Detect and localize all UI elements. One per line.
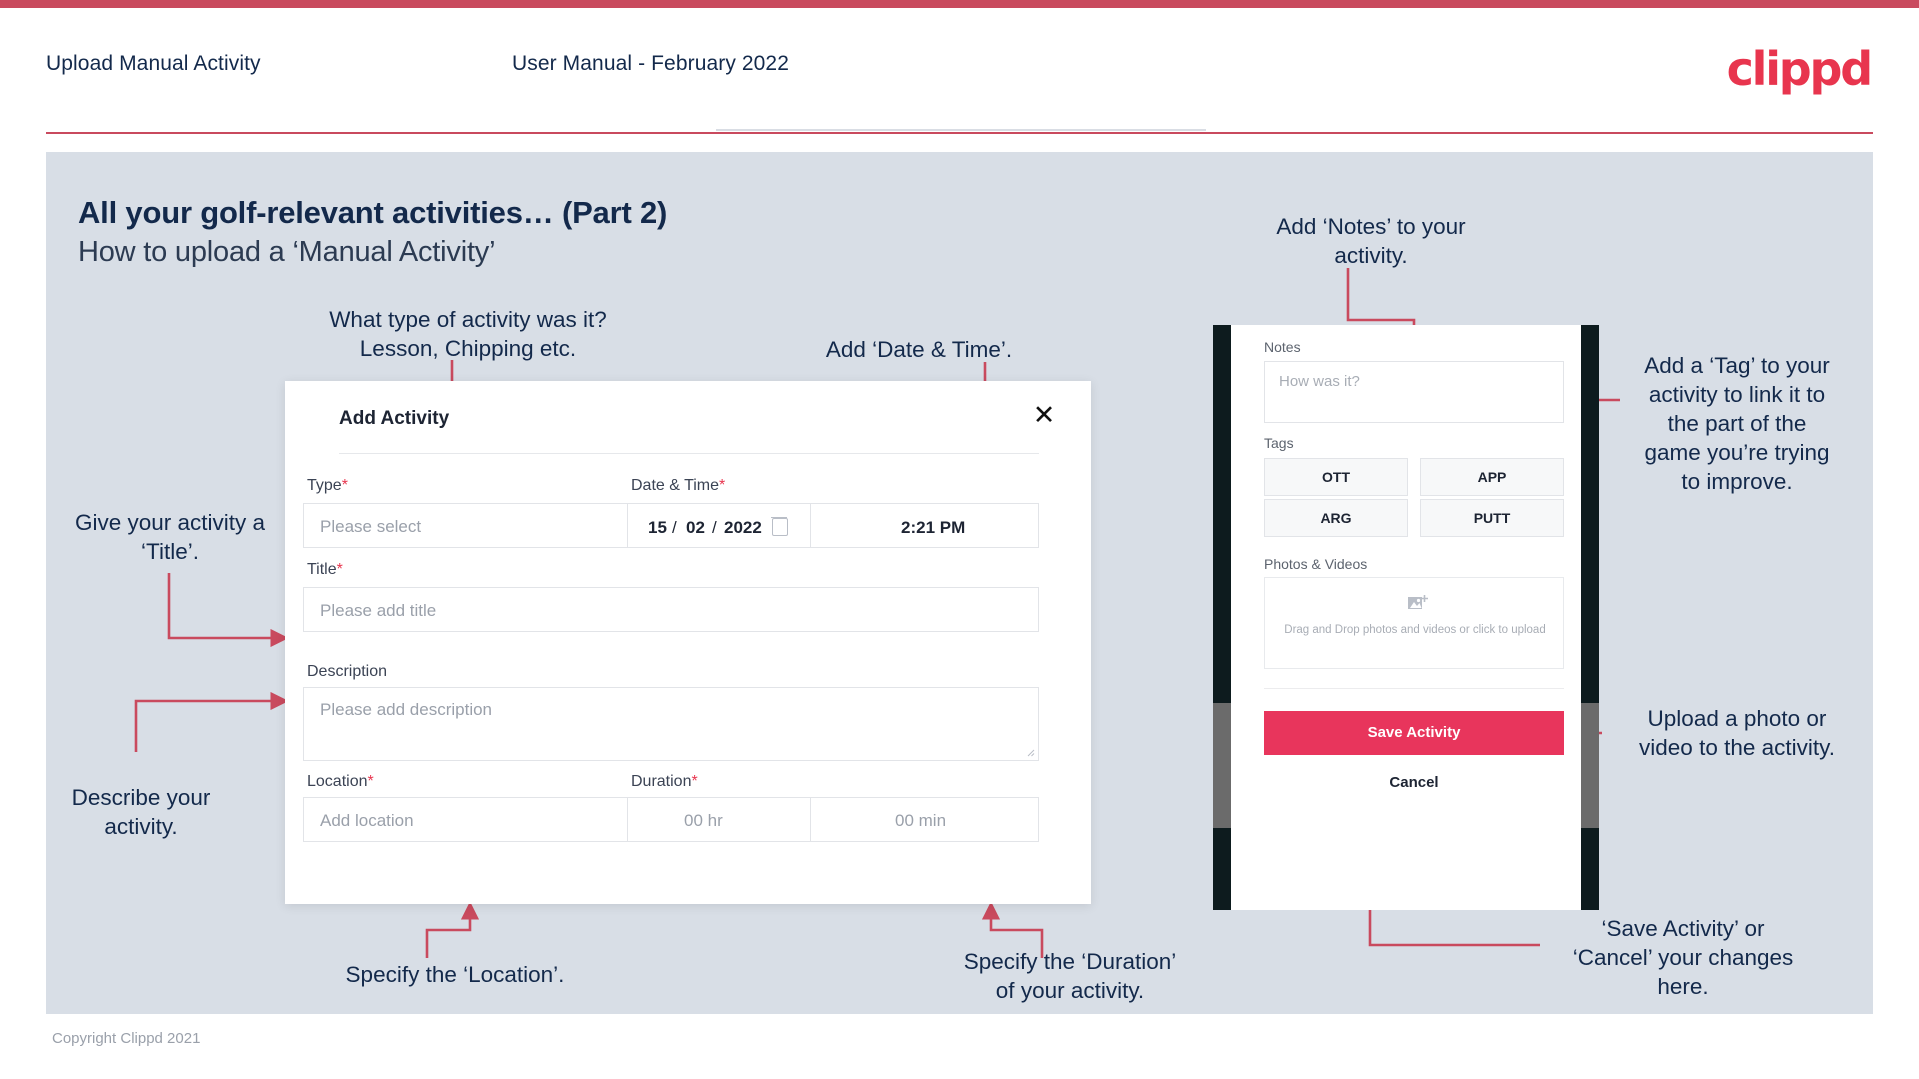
annotation-description: Describe your activity. [71,785,211,839]
title-label: Title* [307,561,343,579]
annotation-type: What type of activity was it? Lesson, Chi… [329,307,607,361]
annotation-save: ‘Save Activity’ or ‘Cancel’ your changes h… [1572,916,1794,999]
datetime-label-text: Date & Time [631,477,720,494]
dialog-divider [339,453,1039,454]
location-placeholder: Add location [320,811,414,830]
photo-drop-zone[interactable]: Drag and Drop photos and videos or click… [1264,577,1564,669]
duration-hours-input[interactable]: 00 hr [627,797,811,842]
required-asterisk: * [719,477,726,494]
time-value: 2:21 PM [901,518,966,537]
date-year: 2022 [724,518,762,537]
phone-side-button-left [1213,703,1231,828]
phone-mockup: Notes How was it? Tags OTT APP ARG PUTT … [1213,325,1599,910]
tag-button-app[interactable]: APP [1420,458,1564,496]
page-header: Upload Manual Activity User Manual - Feb… [0,8,1919,134]
page-subtitle: User Manual - February 2022 [512,52,789,75]
date-input[interactable]: 15 / 02 / 2022 [627,503,811,548]
duration-hours-placeholder: 00 hr [684,811,723,830]
dialog-title: Add Activity [339,408,450,429]
annotation-title: Give your activity a ‘Title’. [74,510,266,564]
time-input[interactable]: 2:21 PM [811,503,1039,548]
location-input[interactable]: Add location [303,797,675,842]
type-label: Type* [307,477,348,495]
header-divider-light [716,129,1206,131]
description-label: Description [307,663,388,680]
title-input[interactable]: Please add title [303,587,1039,632]
resize-grip-icon[interactable] [1025,747,1035,757]
date-sep-2: / [712,518,717,537]
add-activity-dialog: Add Activity ✕ Type* Please select Date … [285,381,1091,904]
drop-zone-text: Drag and Drop photos and videos or click… [1284,624,1546,636]
footer-copyright: Copyright Clippd 2021 [52,1030,201,1047]
duration-label-text: Duration [631,773,692,790]
phone-divider [1264,688,1564,689]
header-divider [46,132,1873,134]
close-icon[interactable]: ✕ [1027,399,1061,433]
date-day: 15 [648,518,667,537]
required-asterisk: * [691,773,698,790]
slide-subtitle: How to upload a ‘Manual Activity’ [78,236,496,268]
cancel-button[interactable]: Cancel [1264,774,1564,798]
type-placeholder: Please select [320,517,422,536]
slide-title: All your golf-relevant activities… (Part… [78,195,668,230]
notes-input[interactable]: How was it? [1264,361,1564,423]
phone-screen: Notes How was it? Tags OTT APP ARG PUTT … [1231,325,1581,910]
duration-minutes-input[interactable]: 00 min [811,797,1039,842]
tags-label: Tags [1264,435,1294,451]
datetime-label: Date & Time* [631,477,725,495]
add-image-icon [1408,595,1428,609]
location-label-text: Location [307,773,368,790]
clippd-logo: clippd [1726,42,1874,96]
top-accent-bar [0,0,1919,8]
description-placeholder: Please add description [320,700,493,719]
page-title: Upload Manual Activity [46,52,261,75]
date-sep-1: / [672,518,677,537]
type-select[interactable]: Please select [303,503,675,548]
title-label-text: Title [307,561,337,578]
required-asterisk: * [341,477,348,494]
annotation-tags: Add a ‘Tag’ to your activity to link it t… [1644,353,1830,494]
annotation-datetime: Add ‘Date & Time’. [825,337,1013,362]
duration-minutes-placeholder: 00 min [895,811,947,830]
tag-button-ott[interactable]: OTT [1264,458,1408,496]
required-asterisk: * [367,773,374,790]
annotation-notes: Add ‘Notes’ to your activity. [1276,214,1466,268]
required-asterisk: * [336,561,343,578]
title-placeholder: Please add title [320,601,437,620]
description-textarea[interactable]: Please add description [303,687,1039,761]
calendar-icon[interactable] [771,517,788,536]
notes-label: Notes [1264,339,1301,355]
tag-button-arg[interactable]: ARG [1264,499,1408,537]
notes-placeholder: How was it? [1279,373,1360,390]
phone-bezel-right [1581,325,1599,910]
type-label-text: Type [307,477,342,494]
annotation-duration: Specify the ‘Duration’ of your activity. [963,949,1177,1003]
date-month: 02 [686,518,705,537]
photos-label: Photos & Videos [1264,556,1368,572]
phone-side-button-right [1581,703,1599,828]
annotation-photos: Upload a photo or video to the activity. [1639,706,1835,760]
save-activity-button[interactable]: Save Activity [1264,711,1564,755]
phone-bezel-left [1213,325,1231,910]
location-label: Location* [307,773,374,791]
duration-label: Duration* [631,773,698,791]
annotation-location: Specify the ‘Location’. [345,962,565,987]
tag-button-putt[interactable]: PUTT [1420,499,1564,537]
